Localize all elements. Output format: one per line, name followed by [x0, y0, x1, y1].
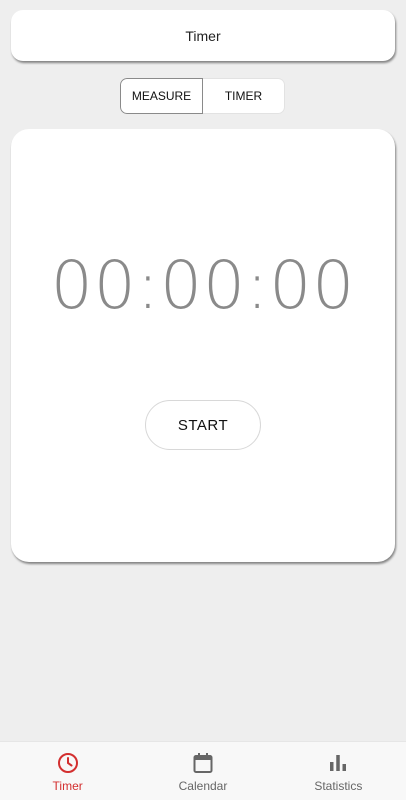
nav-item-calendar[interactable]: Calendar	[135, 742, 270, 800]
nav-label-calendar: Calendar	[178, 779, 228, 793]
bottom-nav: Timer Calendar Statistics	[0, 741, 406, 800]
page-title: Timer	[185, 27, 221, 44]
timer-tab[interactable]: TIMER	[203, 78, 285, 114]
timer-card: 00:00:00 START	[11, 129, 395, 562]
nav-item-timer[interactable]: Timer	[0, 742, 135, 800]
nav-item-statistics[interactable]: Statistics	[271, 742, 406, 800]
start-button[interactable]: START	[145, 400, 261, 450]
title-bar: Timer	[11, 10, 395, 61]
mode-toggle: MEASURE TIMER	[120, 78, 285, 114]
nav-label-timer: Timer	[52, 779, 83, 793]
bar-chart-icon	[325, 750, 351, 776]
calendar-icon	[190, 750, 216, 776]
clock-icon	[55, 750, 81, 776]
nav-label-statistics: Statistics	[314, 779, 363, 793]
time-display: 00:00:00	[50, 247, 356, 324]
measure-tab[interactable]: MEASURE	[120, 78, 203, 114]
app-root: Timer MEASURE TIMER 00:00:00 START Timer	[0, 0, 406, 800]
